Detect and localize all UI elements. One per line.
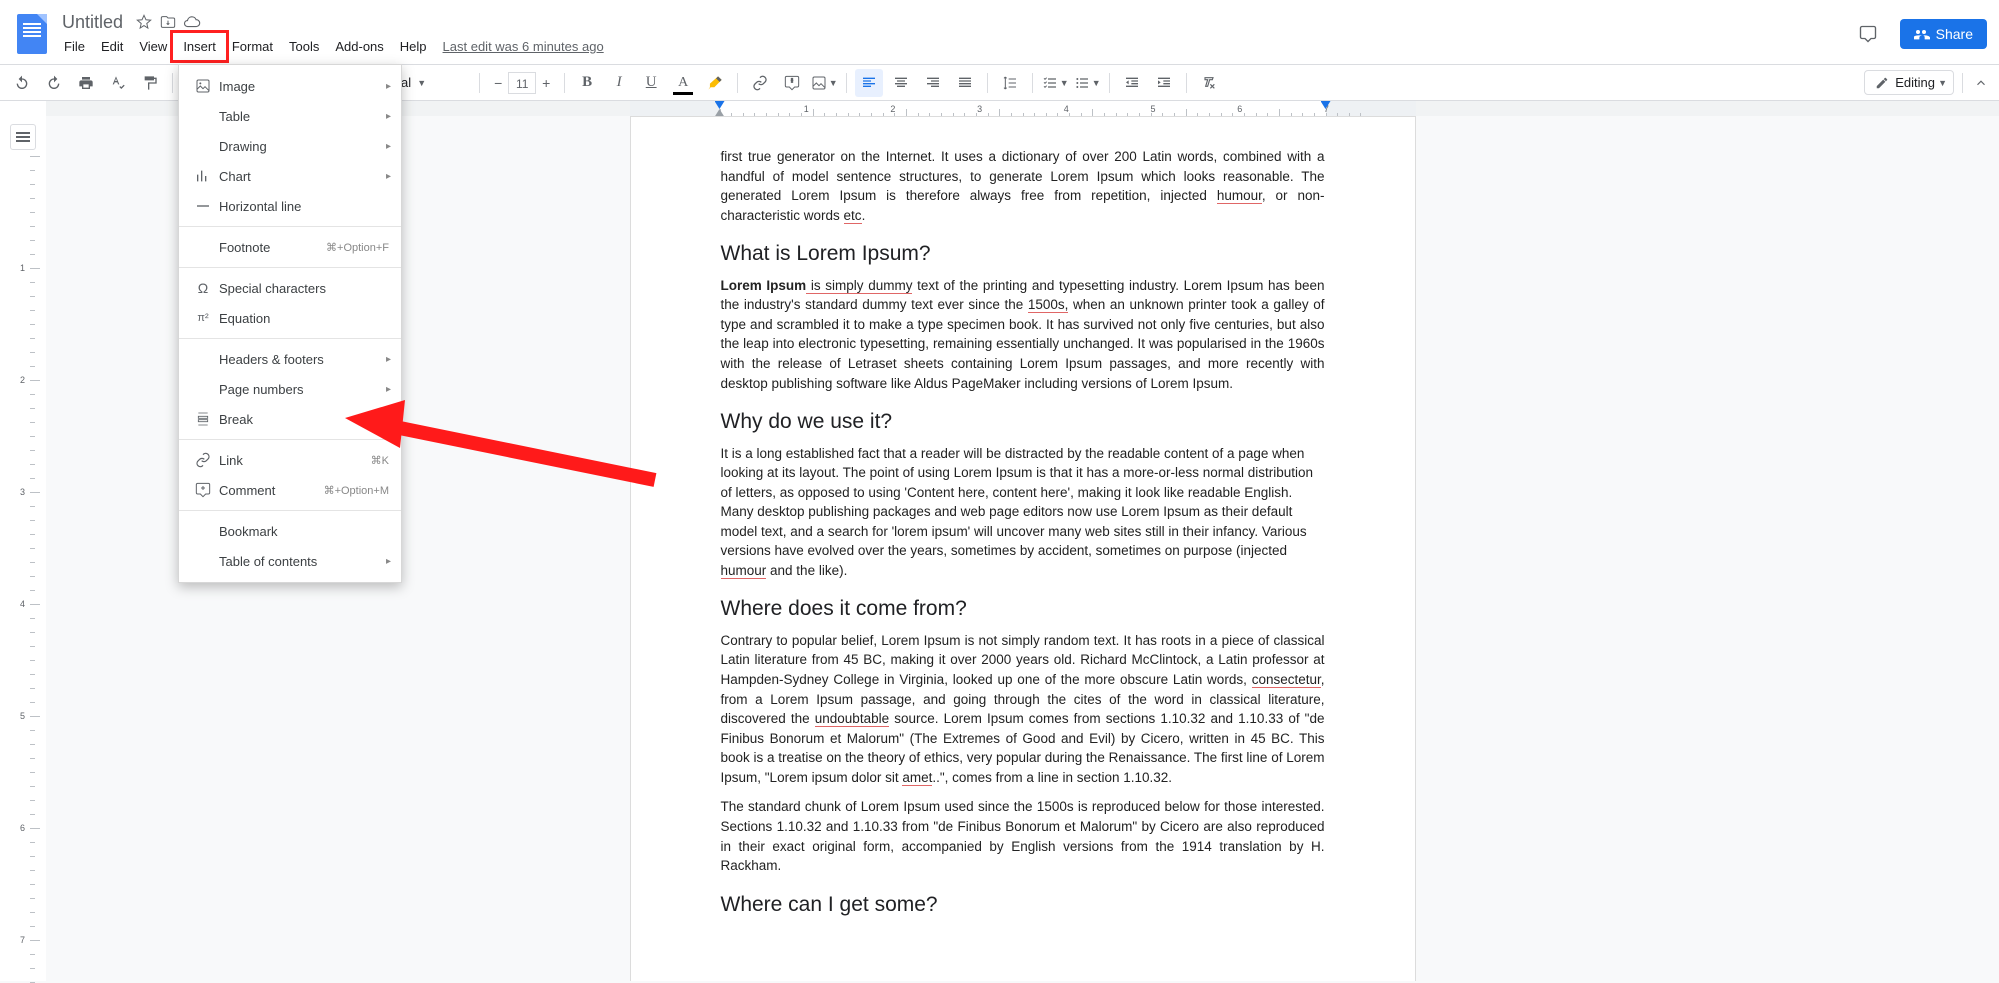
heading[interactable]: Where can I get some?	[721, 890, 1325, 920]
menu-format[interactable]: Format	[224, 35, 281, 58]
menu-file[interactable]: File	[56, 35, 93, 58]
mode-switcher[interactable]: Editing ▼	[1864, 70, 1954, 95]
menu-insert[interactable]: Insert	[175, 35, 224, 58]
line-spacing-button[interactable]	[996, 69, 1024, 97]
insert-horizontal-line[interactable]: Horizontal line	[179, 191, 401, 221]
paragraph[interactable]: The standard chunk of Lorem Ipsum used s…	[721, 797, 1325, 875]
insert-link-button[interactable]	[746, 69, 774, 97]
insert-page-numbers[interactable]: Page numbers▸	[179, 374, 401, 404]
indent-decrease-button[interactable]	[1118, 69, 1146, 97]
font-size-input[interactable]: 11	[508, 72, 536, 94]
heading[interactable]: Where does it come from?	[721, 594, 1325, 624]
insert-menu-dropdown: Image▸ Table▸ Drawing▸ Chart▸ Horizontal…	[178, 64, 402, 583]
menubar: File Edit View Insert Format Tools Add-o…	[56, 33, 604, 59]
menu-edit[interactable]: Edit	[93, 35, 131, 58]
document-title[interactable]: Untitled	[56, 12, 129, 33]
bulleted-list-button[interactable]: ▼	[1073, 69, 1101, 97]
checklist-button[interactable]: ▼	[1041, 69, 1069, 97]
insert-comment[interactable]: Comment⌘+Option+M	[179, 475, 401, 505]
undo-button[interactable]	[8, 69, 36, 97]
menu-view[interactable]: View	[131, 35, 175, 58]
heading[interactable]: What is Lorem Ipsum?	[721, 239, 1325, 269]
font-size-increase[interactable]: +	[536, 72, 556, 94]
vertical-ruler[interactable]: 1234567	[0, 116, 46, 981]
insert-image-button[interactable]: ▼	[810, 69, 838, 97]
docs-logo-icon	[17, 14, 47, 54]
font-size-decrease[interactable]: −	[488, 72, 508, 94]
move-icon[interactable]	[159, 13, 177, 31]
docs-home-button[interactable]	[8, 6, 56, 62]
insert-break[interactable]: Break▸	[179, 404, 401, 434]
bold-button[interactable]: B	[573, 69, 601, 97]
clear-formatting-button[interactable]	[1195, 69, 1223, 97]
open-comments-button[interactable]	[1852, 18, 1884, 50]
align-right-button[interactable]	[919, 69, 947, 97]
insert-table[interactable]: Table▸	[179, 101, 401, 131]
insert-chart[interactable]: Chart▸	[179, 161, 401, 191]
hide-menus-button[interactable]	[1971, 69, 1991, 97]
star-icon[interactable]	[135, 13, 153, 31]
insert-comment-button[interactable]	[778, 69, 806, 97]
align-justify-button[interactable]	[951, 69, 979, 97]
menu-help[interactable]: Help	[392, 35, 435, 58]
indent-increase-button[interactable]	[1150, 69, 1178, 97]
insert-headers-footers[interactable]: Headers & footers▸	[179, 344, 401, 374]
font-size-control: − 11 +	[488, 72, 556, 94]
highlight-color-button[interactable]	[701, 69, 729, 97]
menu-tools[interactable]: Tools	[281, 35, 327, 58]
italic-button[interactable]: I	[605, 69, 633, 97]
spellcheck-button[interactable]	[104, 69, 132, 97]
page[interactable]: first true generator on the Internet. It…	[630, 116, 1416, 981]
insert-footnote[interactable]: Footnote⌘+Option+F	[179, 232, 401, 262]
last-edit-link[interactable]: Last edit was 6 minutes ago	[443, 39, 604, 54]
insert-table-of-contents[interactable]: Table of contents▸	[179, 546, 401, 576]
paragraph[interactable]: It is a long established fact that a rea…	[721, 444, 1325, 581]
redo-button[interactable]	[40, 69, 68, 97]
paragraph[interactable]: Contrary to popular belief, Lorem Ipsum …	[721, 631, 1325, 788]
insert-drawing[interactable]: Drawing▸	[179, 131, 401, 161]
paragraph[interactable]: Lorem Ipsum is simply dummy text of the …	[721, 276, 1325, 393]
print-button[interactable]	[72, 69, 100, 97]
menu-addons[interactable]: Add-ons	[327, 35, 391, 58]
insert-bookmark[interactable]: Bookmark	[179, 516, 401, 546]
cloud-status-icon[interactable]	[183, 13, 201, 31]
insert-image[interactable]: Image▸	[179, 71, 401, 101]
paragraph[interactable]: first true generator on the Internet. It…	[721, 147, 1325, 225]
paint-format-button[interactable]	[136, 69, 164, 97]
insert-link[interactable]: Link⌘K	[179, 445, 401, 475]
insert-special-characters[interactable]: ΩSpecial characters	[179, 273, 401, 303]
titlebar: Untitled File Edit View Insert Format To…	[0, 0, 1999, 64]
align-center-button[interactable]	[887, 69, 915, 97]
insert-equation[interactable]: π²Equation	[179, 303, 401, 333]
share-button[interactable]: Share	[1900, 19, 1987, 49]
text-color-button[interactable]: A	[669, 69, 697, 97]
share-label: Share	[1936, 26, 1973, 42]
heading[interactable]: Why do we use it?	[721, 407, 1325, 437]
show-outline-button[interactable]	[10, 124, 36, 150]
align-left-button[interactable]	[855, 69, 883, 97]
underline-button[interactable]: U	[637, 69, 665, 97]
mode-label: Editing	[1895, 75, 1935, 90]
